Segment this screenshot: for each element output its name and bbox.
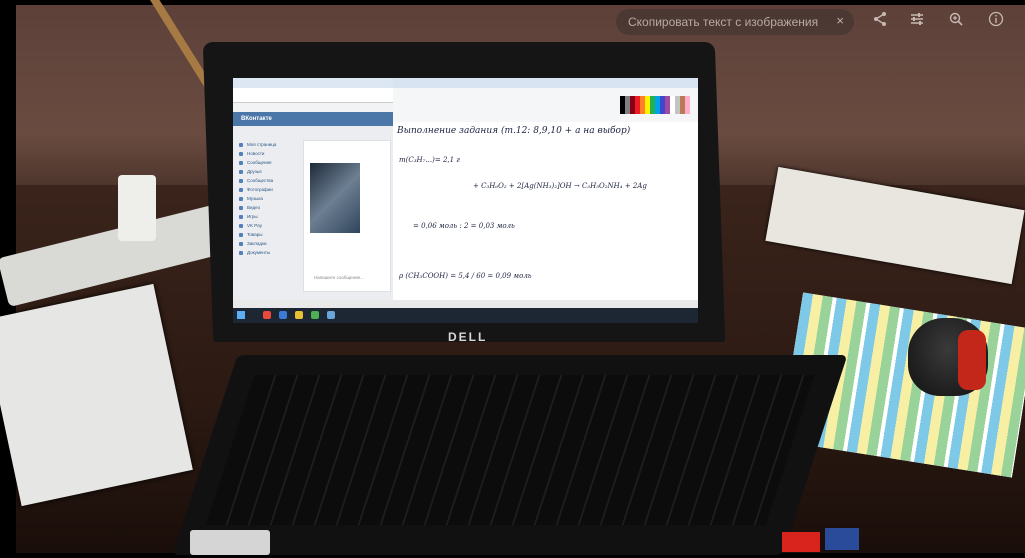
dell-logo: DELL (448, 330, 488, 344)
copy-text-button[interactable]: Скопировать текст с изображения × (616, 9, 854, 35)
handwritten-result: ρ (CH₃COOH) = 5,4 / 60 = 0,09 моль (399, 272, 532, 280)
vk-nav-item: Друзья (237, 167, 297, 176)
color-palette (620, 96, 690, 114)
handwritten-calc: = 0,06 моль : 2 = 0,03 моль (413, 222, 515, 230)
browser-titlebar (233, 78, 393, 88)
vk-nav-item: Новости (237, 149, 297, 158)
vk-nav-item: Документы (237, 248, 297, 257)
vk-header: ВКонтакте (233, 112, 393, 126)
vk-chat: Напишите сообщение... (303, 140, 391, 292)
windows-taskbar (233, 308, 698, 323)
vk-nav-item: Игры (237, 212, 297, 221)
chrome-icon (311, 311, 319, 319)
amd-sticker (782, 532, 820, 552)
paint-ribbon (393, 88, 698, 123)
laptop-screen: ВКонтакте Моя страница Новости Сообщения… (233, 78, 698, 323)
sliders-icon[interactable] (906, 11, 928, 33)
browser-window: ВКонтакте Моя страница Новости Сообщения… (233, 78, 394, 308)
handwritten-equation: + C₃H₆O₂ + 2[Ag(NH₃)₂]OH → C₃H₅O₂NH₄ + 2… (473, 182, 647, 190)
share-icon[interactable] (869, 11, 891, 33)
vk-nav-item: Закладки (237, 239, 297, 248)
vk-nav-item: Товары (237, 230, 297, 239)
mouse-accent (958, 330, 986, 390)
opera-icon (263, 311, 271, 319)
message-input: Напишите сообщение... (314, 275, 364, 280)
chat-photo (310, 163, 360, 233)
paint-canvas: Выполнение задания (т.12: 8,9,10 + а на … (393, 122, 698, 300)
viewer-toolbar: Скопировать текст с изображения × (0, 0, 1025, 46)
vk-nav-item: Видео (237, 203, 297, 212)
explorer-icon (279, 311, 287, 319)
paint-icon (327, 311, 335, 319)
copy-text-label: Скопировать текст с изображения (628, 15, 819, 29)
windows-sticker (825, 528, 859, 550)
info-icon[interactable] (985, 11, 1007, 33)
windows-start-icon (237, 311, 245, 319)
folder-icon (295, 311, 303, 319)
vk-nav-item: Моя страница (237, 140, 297, 149)
status-bar (233, 300, 698, 308)
browser-toolbar (233, 88, 393, 103)
handwritten-given: m(C₃H₇...)= 2,1 г (399, 156, 460, 164)
vk-nav-item: Сообщества (237, 176, 297, 185)
paint-window: Выполнение задания (т.12: 8,9,10 + а на … (393, 78, 698, 308)
vk-nav-item: VK Pay (237, 221, 297, 230)
handwritten-heading: Выполнение задания (т.12: 8,9,10 + а на … (397, 126, 631, 136)
image-viewer: ВКонтакте Моя страница Новости Сообщения… (0, 0, 1025, 558)
browser-urlbar (233, 103, 393, 112)
paint-titlebar (393, 78, 698, 88)
vk-sidebar: Моя страница Новости Сообщения Друзья Со… (237, 140, 297, 257)
phone-charger (118, 175, 156, 241)
intel-sticker (190, 530, 270, 555)
close-icon[interactable]: × (836, 13, 844, 28)
keyboard-keys (205, 375, 815, 525)
zoom-icon[interactable] (945, 11, 967, 33)
vk-nav-item: Музыка (237, 194, 297, 203)
vk-nav-item: Сообщения (237, 158, 297, 167)
vk-nav-item: Фотографии (237, 185, 297, 194)
